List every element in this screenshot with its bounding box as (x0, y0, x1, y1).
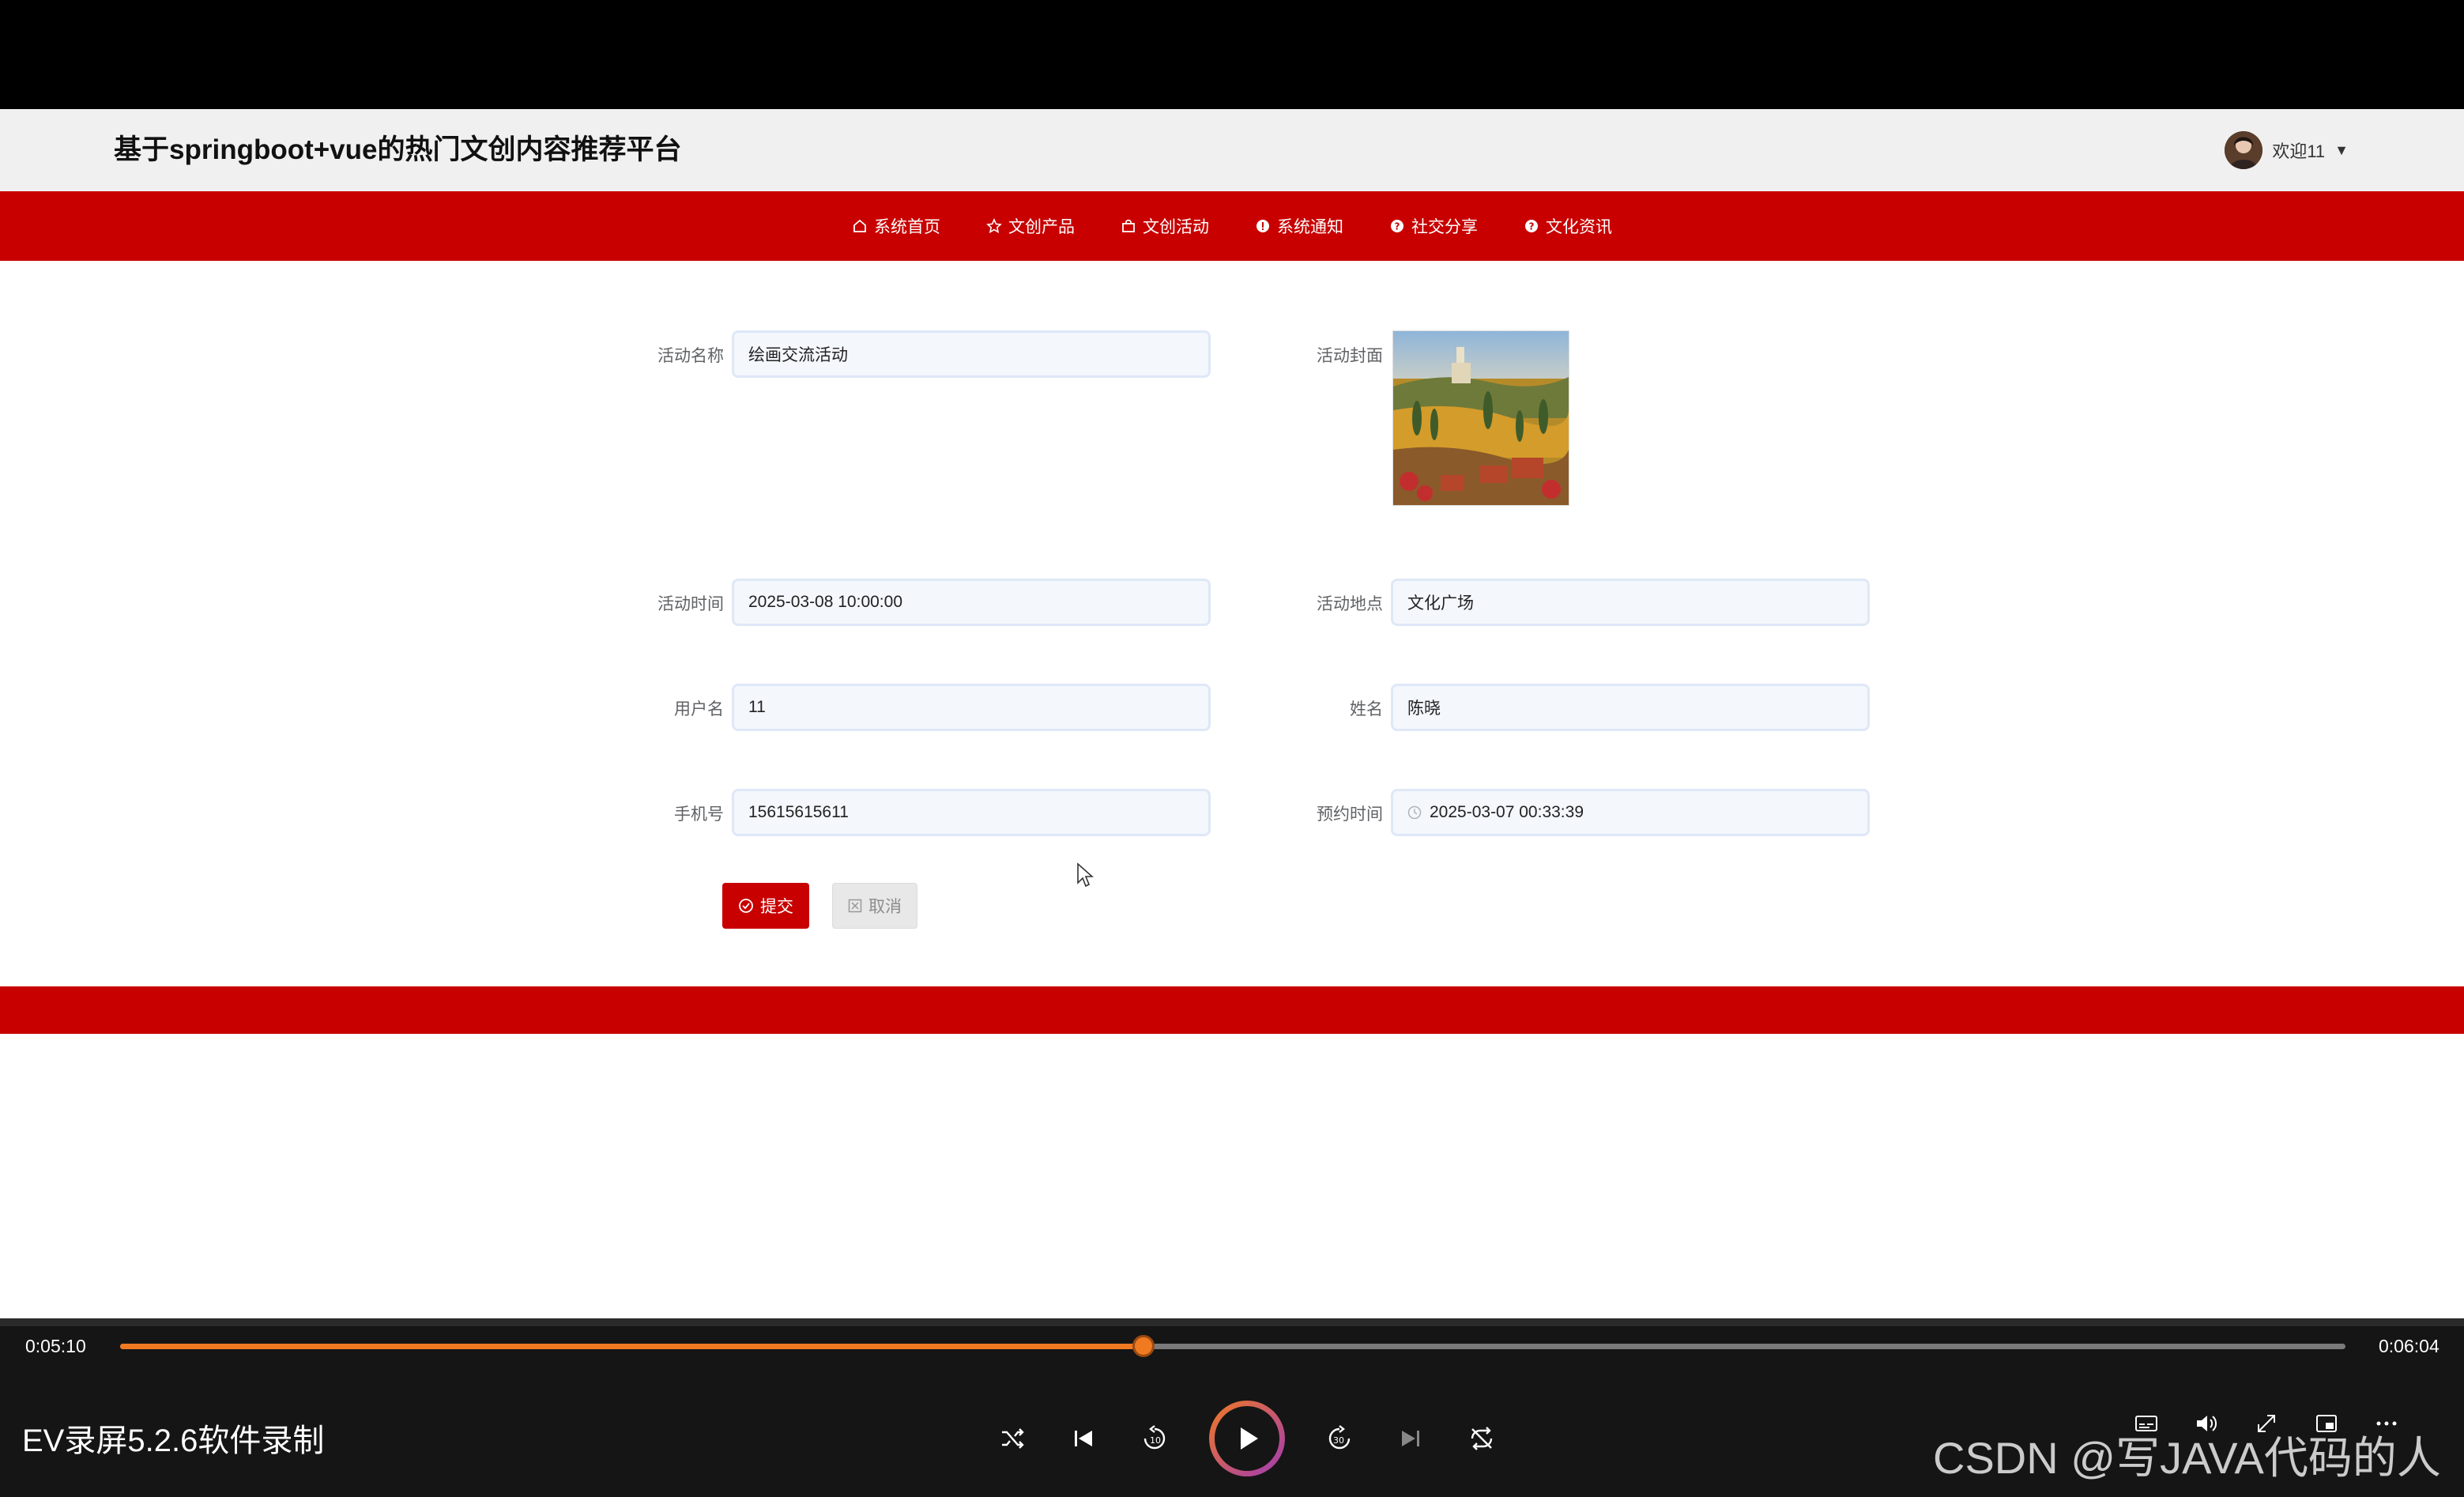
activity-location-input[interactable]: 文化广场 (1391, 579, 1870, 626)
activity-time-label: 活动时间 (657, 595, 724, 613)
forward-30-button[interactable]: 30 (1323, 1422, 1356, 1455)
previous-button[interactable] (1067, 1422, 1100, 1455)
video-black-bar (0, 0, 2464, 109)
next-button[interactable] (1394, 1422, 1427, 1455)
shuffle-button[interactable] (996, 1422, 1029, 1455)
home-icon (853, 219, 866, 232)
progress-fill (120, 1344, 1144, 1349)
nav-item-activities[interactable]: 文创活动 (1098, 191, 1232, 261)
player-divider (0, 1318, 2464, 1326)
avatar[interactable] (2225, 131, 2263, 169)
username-input[interactable]: 11 (732, 684, 1211, 731)
cancel-button[interactable]: 取消 (832, 883, 917, 929)
check-circle-icon (739, 899, 753, 913)
play-button-inner (1215, 1406, 1279, 1471)
activity-location-label: 活动地点 (1317, 595, 1383, 613)
nav-item-label: 系统首页 (874, 218, 940, 236)
booking-time-value: 2025-03-07 00:33:39 (1430, 803, 1584, 821)
rewind-10-button[interactable]: 10 (1138, 1422, 1171, 1455)
forward-30-icon: 30 (1328, 1425, 1351, 1450)
phone-input[interactable]: 15615615611 (732, 789, 1211, 836)
info-icon: ? (1525, 220, 1538, 232)
star-icon (986, 218, 1002, 234)
player-controls: 10 30 (996, 1395, 1498, 1482)
total-time: 0:06:04 (2379, 1336, 2440, 1356)
skip-next-icon (1402, 1431, 1419, 1446)
nav-item-label: 系统通知 (1277, 218, 1343, 236)
user-menu[interactable]: 欢迎11 ▼ (2225, 129, 2349, 172)
chevron-down-icon[interactable]: ▼ (2334, 142, 2349, 159)
nav-item-products[interactable]: 文创产品 (963, 191, 1098, 261)
repeat-off-button[interactable] (1465, 1422, 1498, 1455)
close-box-icon (848, 899, 862, 913)
nav-item-notices[interactable]: 系统通知 (1232, 191, 1366, 261)
main-nav: 系统首页 文创产品 文创活动 系统通知 ? 社交分享 ? 文化资讯 (0, 191, 2464, 261)
play-icon (1241, 1427, 1258, 1450)
current-time: 0:05:10 (25, 1336, 86, 1356)
activity-cover-label: 活动封面 (1317, 347, 1383, 365)
nav-item-label: 社交分享 (1411, 218, 1478, 236)
activity-name-input[interactable]: 绘画交流活动 (732, 330, 1211, 378)
activity-cover-image (1392, 330, 1569, 506)
progress-bar[interactable] (120, 1335, 2345, 1357)
svg-text:30: 30 (1333, 1435, 1344, 1446)
nav-item-label: 文创产品 (1008, 218, 1075, 236)
clock-icon (1407, 805, 1422, 820)
nav-item-news[interactable]: ? 文化资讯 (1501, 191, 1635, 261)
submit-button[interactable]: 提交 (722, 883, 809, 929)
bag-icon (1122, 219, 1135, 232)
svg-text:?: ? (1395, 221, 1400, 232)
booking-time-input[interactable]: 2025-03-07 00:33:39 (1391, 789, 1870, 836)
svg-text:10: 10 (1150, 1435, 1161, 1446)
nav-item-social[interactable]: ? 社交分享 (1366, 191, 1501, 261)
shuffle-icon (1002, 1428, 1024, 1449)
nav-item-label: 文创活动 (1143, 218, 1209, 236)
play-button[interactable] (1209, 1401, 1285, 1476)
skip-previous-icon (1075, 1431, 1092, 1446)
real-name-label: 姓名 (1350, 700, 1383, 718)
footer-band (0, 986, 2464, 1034)
booking-form: 活动名称 绘画交流活动 活动封面 活动时间 2025-03-08 10:00:0… (0, 261, 2464, 986)
recorder-label: EV录屏5.2.6软件录制 (22, 1423, 325, 1458)
cancel-label: 取消 (868, 898, 902, 916)
site-header: 基于springboot+vue的热门文创内容推荐平台 欢迎11 ▼ (0, 109, 2464, 191)
progress-handle[interactable] (1132, 1335, 1155, 1357)
activity-name-label: 活动名称 (657, 347, 724, 365)
video-player-bar: 0:05:10 0:06:04 EV录屏5.2.6软件录制 10 30 CSDN… (0, 1318, 2464, 1497)
phone-label: 手机号 (674, 805, 724, 824)
svg-text:?: ? (1529, 221, 1535, 232)
rewind-10-icon: 10 (1143, 1425, 1166, 1450)
username-label: 用户名 (674, 700, 724, 718)
watermark: CSDN @写JAVA代码的人 (1933, 1433, 2441, 1483)
booking-time-label: 预约时间 (1317, 805, 1383, 824)
welcome-text[interactable]: 欢迎11 (2272, 138, 2325, 163)
activity-time-input[interactable]: 2025-03-08 10:00:00 (732, 579, 1211, 626)
repeat-off-icon (1471, 1427, 1493, 1450)
nav-item-home[interactable]: 系统首页 (829, 191, 963, 261)
real-name-input[interactable]: 陈晓 (1391, 684, 1870, 731)
mouse-cursor-icon (1077, 862, 1094, 888)
site-title: 基于springboot+vue的热门文创内容推荐平台 (114, 134, 682, 165)
nav-item-label: 文化资讯 (1546, 218, 1612, 236)
info-icon (1256, 220, 1269, 232)
question-icon: ? (1391, 220, 1403, 232)
submit-label: 提交 (760, 898, 793, 916)
